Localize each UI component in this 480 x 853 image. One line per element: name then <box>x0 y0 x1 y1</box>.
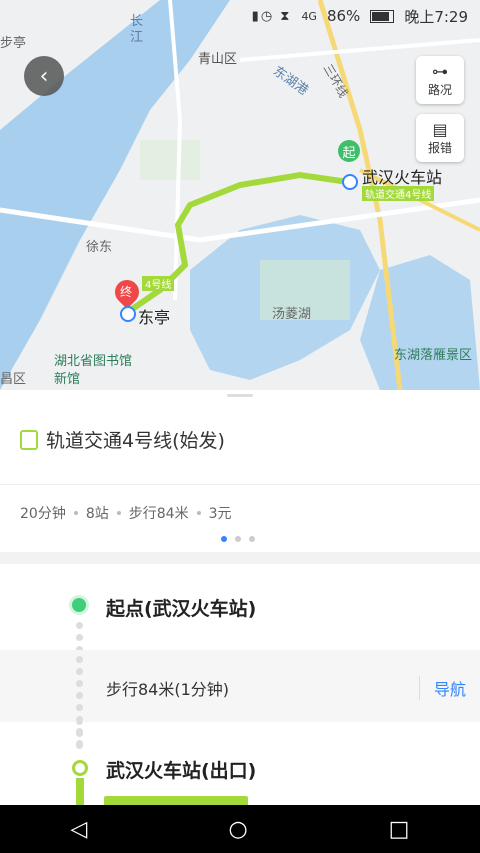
status-icons: ▮◷ ⧗ <box>251 8 292 24</box>
map-label: 步亭 <box>0 36 27 51</box>
report-label: 报错 <box>427 140 452 155</box>
traffic-label: 路况 <box>427 82 452 97</box>
network-indicator: 4G <box>301 9 317 23</box>
end-station-label: 东亭 <box>138 308 171 327</box>
home-nav-icon[interactable]: ○ <box>228 817 247 842</box>
map-label: 青山区 <box>198 52 238 67</box>
stop-count: 8站 <box>85 506 109 522</box>
walk-distance: 步行84米 <box>128 506 189 522</box>
battery-icon <box>370 9 395 23</box>
line-tag: 轨道交通4号线 <box>362 186 435 201</box>
map-label: 徐东 <box>86 240 113 255</box>
walk-step-label: 步行84米(1分钟) <box>106 680 230 699</box>
traffic-button[interactable]: ⊶ 路况 <box>416 56 464 104</box>
recent-apps-icon[interactable]: □ <box>389 817 410 842</box>
separator-dot <box>116 511 121 515</box>
drag-handle[interactable] <box>227 394 253 397</box>
report-button[interactable]: ▤ 报错 <box>416 114 464 162</box>
page-indicator[interactable] <box>221 536 255 542</box>
divider <box>0 484 480 485</box>
page-dot-active <box>221 536 227 542</box>
back-button[interactable]: ‹ <box>24 56 64 96</box>
separator-dot <box>73 511 78 515</box>
metro-icon <box>120 306 136 322</box>
route-title-row: 轨道交通4号线(始发) <box>20 426 225 453</box>
page-dot <box>235 536 241 542</box>
battery-level: 86% <box>326 7 361 25</box>
step-start-label: 起点(武汉火车站) <box>106 598 257 620</box>
line-tag: 4号线 <box>142 276 175 291</box>
start-station-label: 武汉火车站 <box>362 168 443 187</box>
back-nav-icon[interactable]: ◁ <box>71 817 88 842</box>
walk-step[interactable]: 步行84米(1分钟) 导航 <box>0 650 480 722</box>
line-bar <box>76 778 84 808</box>
metro-icon <box>342 174 358 190</box>
walk-dots <box>75 656 83 747</box>
metro-line-icon <box>20 429 38 450</box>
report-icon: ▤ <box>432 119 448 139</box>
map-label: 汤菱湖 <box>272 307 312 322</box>
end-badge: 终 <box>120 285 133 299</box>
separator-dot <box>196 511 201 515</box>
line-start-icon <box>72 760 88 776</box>
route-summary: 20分钟 8站 步行84米 3元 <box>20 503 232 523</box>
map-label: 昌区 <box>0 372 27 387</box>
traffic-icon: ⊶ <box>432 61 448 81</box>
fare: 3元 <box>208 506 232 522</box>
route-map[interactable]: 步亭 长江 青山区 东湖港 三环线 徐东 汤菱湖 湖北省图书馆 新馆 昌区 东湖… <box>0 0 480 390</box>
route-title: 轨道交通4号线(始发) <box>46 430 225 452</box>
page-dot <box>249 536 255 542</box>
start-marker[interactable]: 起 <box>338 140 360 162</box>
status-bar: ▮◷ ⧗ 4G 86% 晚上7:29 <box>0 0 480 32</box>
navigate-button[interactable]: 导航 <box>418 676 466 700</box>
back-icon: ‹ <box>39 63 49 89</box>
duration: 20分钟 <box>20 506 66 522</box>
step-exit-label: 武汉火车站(出口) <box>106 760 257 782</box>
clock: 晚上7:29 <box>404 7 468 26</box>
map-label: 湖北省图书馆 <box>54 354 133 369</box>
map-label: 东湖落雁景区 <box>394 348 473 363</box>
map-label: 新馆 <box>54 372 81 387</box>
start-point-icon <box>72 598 86 612</box>
system-nav-bar: ◁ ○ □ <box>0 805 480 853</box>
section-gap <box>0 552 480 564</box>
